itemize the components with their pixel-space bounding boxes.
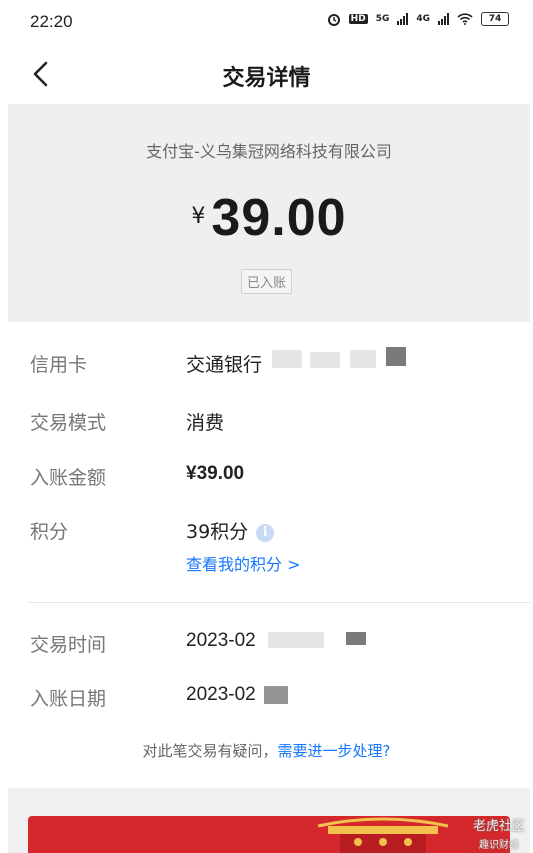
hd-icon: HD [348, 14, 368, 24]
signal-icon [397, 13, 409, 25]
points-row: 39积分 i [186, 517, 275, 544]
watermark-subtext: 趣识财经 [479, 840, 519, 851]
points-value: 39积分 [186, 521, 249, 543]
lantern-decoration-icon [317, 817, 449, 853]
date-value: 2023-02 [186, 684, 256, 705]
alarm-icon [327, 14, 340, 26]
points-label: 积分 [30, 521, 69, 543]
redaction-block [346, 632, 366, 645]
redaction-block [264, 686, 288, 704]
date-label: 入账日期 [30, 688, 107, 710]
wifi-icon [457, 13, 473, 25]
watermark-text: 老虎社区 [472, 819, 525, 834]
signal-icon-2 [438, 13, 449, 25]
info-icon[interactable]: i [256, 524, 275, 542]
redaction-blur [310, 352, 340, 368]
further-help-link[interactable]: 需要进一步处理? [278, 742, 391, 760]
merchant-name: 支付宝-义乌集冠网络科技有限公司 [146, 142, 392, 161]
promo-banner[interactable] [28, 816, 510, 853]
question-row: 对此笔交易有疑问，需要进一步处理? [0, 740, 533, 761]
status-time: 22:20 [30, 12, 73, 31]
status-badge: 已入账 [241, 269, 293, 294]
battery-icon: 74 [481, 12, 509, 26]
page-title: 交易详情 [222, 66, 311, 91]
network-4g-label: 4G [416, 14, 430, 24]
mode-value: 消费 [186, 412, 225, 434]
amount-label: 入账金额 [30, 467, 107, 489]
redaction-blur [268, 632, 324, 648]
question-text: 对此笔交易有疑问， [142, 742, 278, 760]
redaction-block [386, 347, 406, 366]
redaction-blur [272, 350, 302, 368]
redaction-blur [350, 350, 376, 368]
view-points-link[interactable]: 查看我的积分 > [186, 551, 301, 575]
status-icons: HD 5G 4G 74 [327, 12, 509, 26]
amount-value: 39.00 [211, 189, 347, 247]
card-label: 信用卡 [30, 354, 88, 376]
network-5g-label: 5G [375, 14, 390, 24]
time-label: 交易时间 [30, 634, 107, 656]
nav-bar: 交易详情 [0, 44, 533, 104]
amount-display: ¥39.00 [8, 188, 530, 248]
currency-symbol: ¥ [191, 204, 206, 229]
amount-detail-value: ¥39.00 [186, 463, 245, 484]
time-value: 2023-02 [186, 630, 256, 651]
card-value: 交通银行 [186, 354, 263, 376]
mode-label: 交易模式 [30, 412, 107, 434]
divider [28, 602, 531, 603]
status-bar: 22:20 HD 5G 4G 74 [0, 0, 533, 44]
summary-card: 支付宝-义乌集冠网络科技有限公司 ¥39.00 已入账 [8, 104, 530, 322]
